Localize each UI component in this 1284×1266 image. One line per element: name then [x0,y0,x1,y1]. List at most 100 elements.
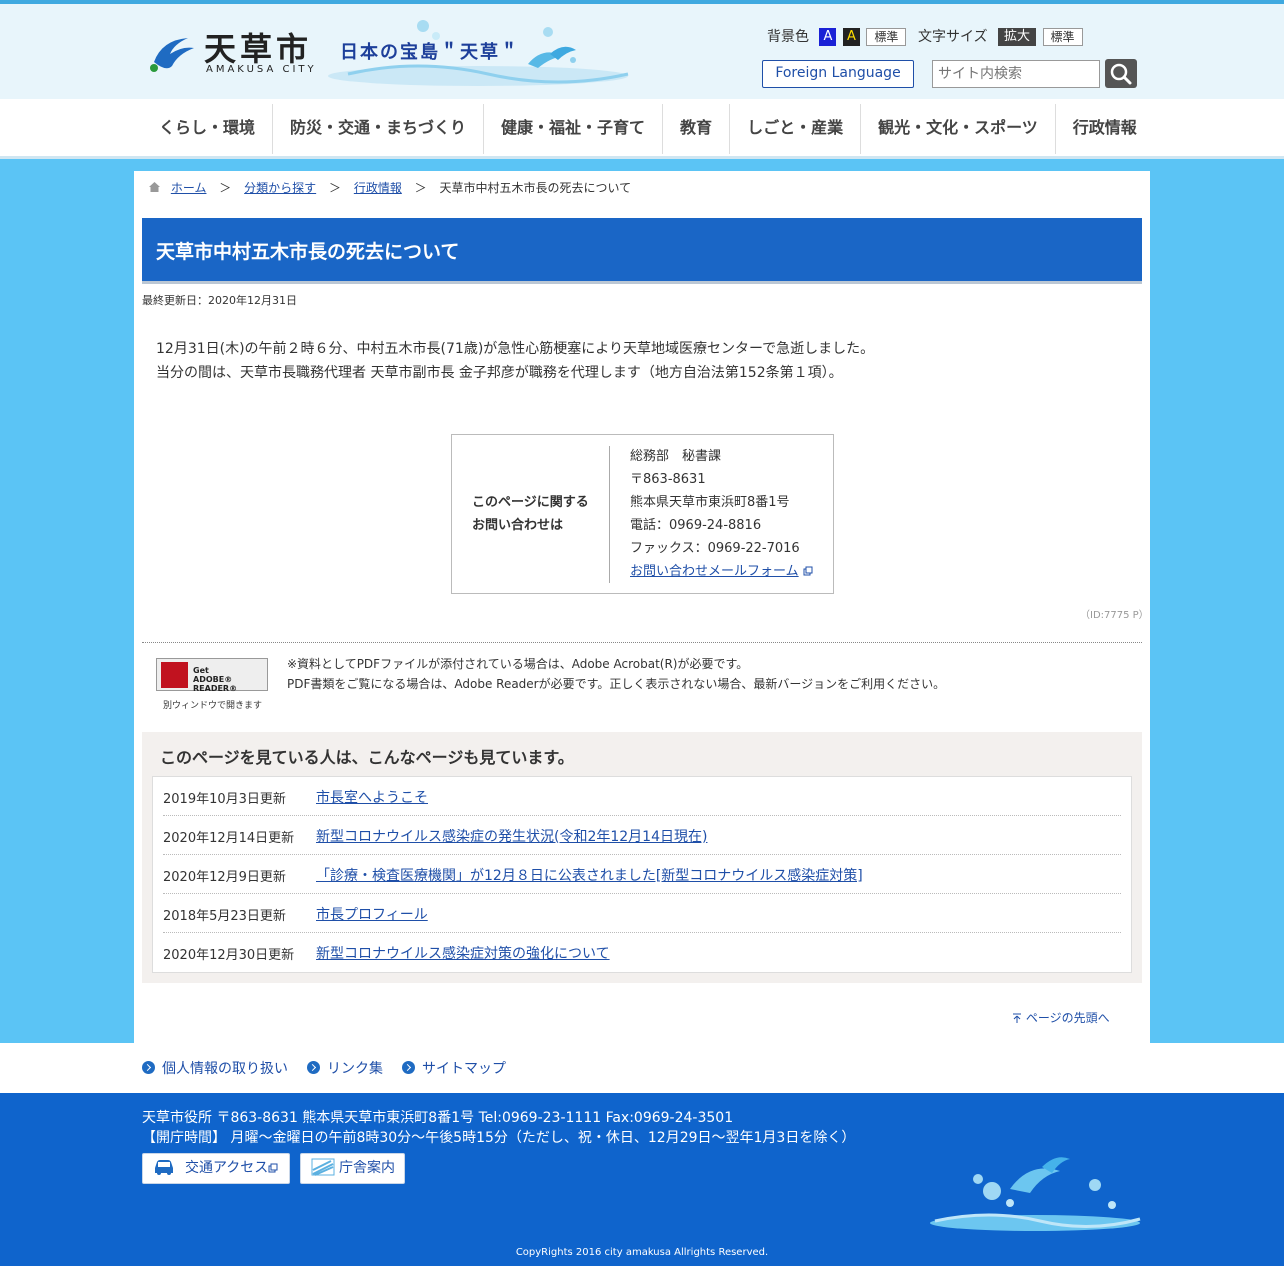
breadcrumb-home-link[interactable]: ホーム [171,181,207,195]
chevron-right-icon [307,1061,320,1074]
related-pages-section: このページを見ている人は、こんなページも見ています。 2019年10月3日更新 … [142,732,1142,983]
related-item-link[interactable]: 市長室へようこそ [316,787,428,807]
contact-label-line: このページに関する [472,495,589,510]
list-item: 2020年12月14日更新 新型コロナウイルス感染症の発生状況(令和2年12月1… [163,816,1121,855]
logo-catchphrase: 日本の宝島＂天草＂ [340,42,520,63]
contact-department: 総務部 秘書課 [630,449,722,464]
page-top-link[interactable]: ページの先頭へ [1012,1009,1110,1026]
nav-item-education[interactable]: 教育 [663,104,731,154]
bg-color-label: 背景色 [767,29,809,45]
arrow-up-icon [1013,1013,1021,1023]
breadcrumb-current: 天草市中村五木市長の死去について [439,181,632,195]
page-title-banner: 天草市中村五木市長の死去について [142,218,1142,284]
list-item: 2020年12月30日更新 新型コロナウイルス感染症対策の強化について [163,933,1121,972]
external-window-icon [268,1163,278,1173]
site-footer: 天草市役所 〒863-8631 熊本県天草市東浜町8番1号 Tel:0969-2… [0,1093,1284,1266]
search-icon [1110,63,1132,85]
footer-link-label: リンク集 [327,1061,383,1077]
font-size-switcher: 文字サイズ 拡大 標準 [918,26,1083,46]
nav-item-life[interactable]: くらし・環境 [142,104,274,154]
related-item-link[interactable]: 新型コロナウイルス感染症対策の強化について [316,943,610,963]
related-item-link[interactable]: 「診療・検査医療機関」が12月８日に公表されました[新型コロナウイルス感染症対策… [316,865,863,885]
contact-box: このページに関する お問い合わせは 総務部 秘書課 〒863-8631 熊本県天… [451,434,834,594]
footer-link-privacy[interactable]: 個人情報の取り扱い [142,1058,288,1078]
breadcrumb-separator: ＞ [414,181,427,195]
footer-hours-line: 【開庁時間】 月曜～金曜日の午前8時30分～午後5時15分（ただし、祝・休日、1… [142,1130,856,1146]
bg-standard-button[interactable]: 標準 [866,28,907,46]
chevron-right-icon [142,1061,155,1074]
contact-label: このページに関する お問い合わせは [472,491,589,537]
adobe-button-text: Get ADOBE® READER® [193,666,267,693]
foreign-language-button[interactable]: Foreign Language [762,60,914,88]
breadcrumb: ホーム ＞ 分類から探す ＞ 行政情報 ＞ 天草市中村五木市長の死去について [148,179,631,196]
logo-subtitle: AMAKUSA CITY [206,64,317,75]
related-item-date: 2018年5月23日更新 [163,909,286,924]
office-guide-label: 庁舎案内 [339,1160,395,1176]
bg-black-button[interactable]: A [842,28,860,46]
nav-item-administration[interactable]: 行政情報 [1056,104,1154,154]
font-size-label: 文字サイズ [918,29,988,45]
home-icon [149,182,160,192]
site-logo[interactable]: 天草市 AMAKUSA CITY 日本の宝島＂天草＂ [148,20,638,92]
related-pages-heading: このページを見ている人は、こんなページも見ています。 [160,748,574,767]
get-adobe-reader-button[interactable]: Get ADOBE® READER® [156,658,268,693]
nav-item-health-welfare[interactable]: 健康・福祉・子育て [484,104,664,154]
list-item: 2020年12月9日更新 「診療・検査医療機関」が12月８日に公表されました[新… [163,855,1121,894]
font-enlarge-button[interactable]: 拡大 [998,28,1037,46]
contact-divider [609,446,610,583]
footer-address-line: 天草市役所 〒863-8631 熊本県天草市東浜町8番1号 Tel:0969-2… [142,1110,734,1126]
page-id: （ID:7775 P） [1080,610,1149,621]
footer-link-sitemap[interactable]: サイトマップ [402,1058,506,1078]
page-top-label: ページの先頭へ [1025,1011,1110,1025]
footer-address: 天草市役所 〒863-8631 熊本県天草市東浜町8番1号 Tel:0969-2… [142,1108,855,1148]
contact-mail-form-link[interactable]: お問い合わせメールフォーム [630,564,799,579]
access-button-label: 交通アクセス [185,1160,269,1176]
list-item: 2018年5月23日更新 市長プロフィール [163,894,1121,933]
breadcrumb-administration-link[interactable]: 行政情報 [354,181,402,195]
nav-item-disaster-transport[interactable]: 防災・交通・まちづくり [273,104,485,154]
car-icon [155,1160,173,1175]
external-window-icon [803,566,813,576]
related-item-date: 2019年10月3日更新 [163,792,286,807]
breadcrumb-separator: ＞ [219,181,232,195]
footer-link-label: 個人情報の取り扱い [162,1061,288,1077]
access-button[interactable]: 交通アクセス [142,1153,290,1184]
breadcrumb-separator: ＞ [328,181,341,195]
breadcrumb-category-link[interactable]: 分類から探す [244,181,316,195]
adobe-button-line: ADOBE® READER® [193,675,238,693]
related-item-link[interactable]: 市長プロフィール [316,904,428,924]
footer-navigation: 個人情報の取り扱い リンク集 サイトマップ [0,1043,1284,1093]
footer-link-label: サイトマップ [422,1061,506,1077]
city-emblem-icon [150,38,194,72]
main-content: ホーム ＞ 分類から探す ＞ 行政情報 ＞ 天草市中村五木市長の死去について 天… [134,171,1150,1043]
office-guide-button[interactable]: 庁舎案内 [300,1153,405,1184]
background-color-switcher: 背景色 A A 標準 [767,26,907,46]
pdf-notice-line: ※資料としてPDFファイルが添付されている場合は、Adobe Acrobat(R… [287,657,749,671]
nav-item-tourism-culture[interactable]: 観光・文化・スポーツ [861,104,1056,154]
contact-address: 熊本県天草市東浜町8番1号 [630,495,790,510]
last-updated: 最終更新日：2020年12月31日 [142,294,297,307]
contact-fax: ファックス：0969-22-7016 [630,541,800,556]
related-item-link[interactable]: 新型コロナウイルス感染症の発生状況(令和2年12月14日現在) [316,826,707,846]
contact-tel: 電話：0969-24-8816 [630,518,762,533]
related-item-date: 2020年12月9日更新 [163,870,286,885]
contact-label-line: お問い合わせは [472,518,564,533]
font-standard-button[interactable]: 標準 [1042,28,1083,46]
nav-item-work-industry[interactable]: しごと・産業 [730,104,862,154]
contact-zip: 〒863-8631 [630,472,706,487]
search-button[interactable] [1105,59,1137,88]
page-title: 天草市中村五木市長の死去について [156,241,460,263]
list-item: 2019年10月3日更新 市長室へようこそ [163,777,1121,816]
site-search-input[interactable] [932,60,1100,88]
article-paragraph: 当分の間は、天草市長職務代理者 天草市副市長 金子邦彦が職務を代理します（地方自… [156,365,843,381]
adobe-new-window-note: 別ウィンドウで開きます [163,701,263,711]
building-icon [311,1158,335,1176]
footer-link-links[interactable]: リンク集 [307,1058,383,1078]
bg-blue-button[interactable]: A [819,28,837,46]
global-navigation: くらし・環境 防災・交通・まちづくり 健康・福祉・子育て 教育 しごと・産業 観… [0,99,1284,159]
pdf-notice: ※資料としてPDFファイルが添付されている場合は、Adobe Acrobat(R… [287,654,945,694]
pdf-notice-line: PDF書類をご覧になる場合は、Adobe Readerが必要です。正しく表示され… [287,677,946,691]
related-item-date: 2020年12月30日更新 [163,948,295,963]
adobe-button-line: Get [193,666,209,675]
dolphin-illustration-icon [930,1157,1141,1231]
